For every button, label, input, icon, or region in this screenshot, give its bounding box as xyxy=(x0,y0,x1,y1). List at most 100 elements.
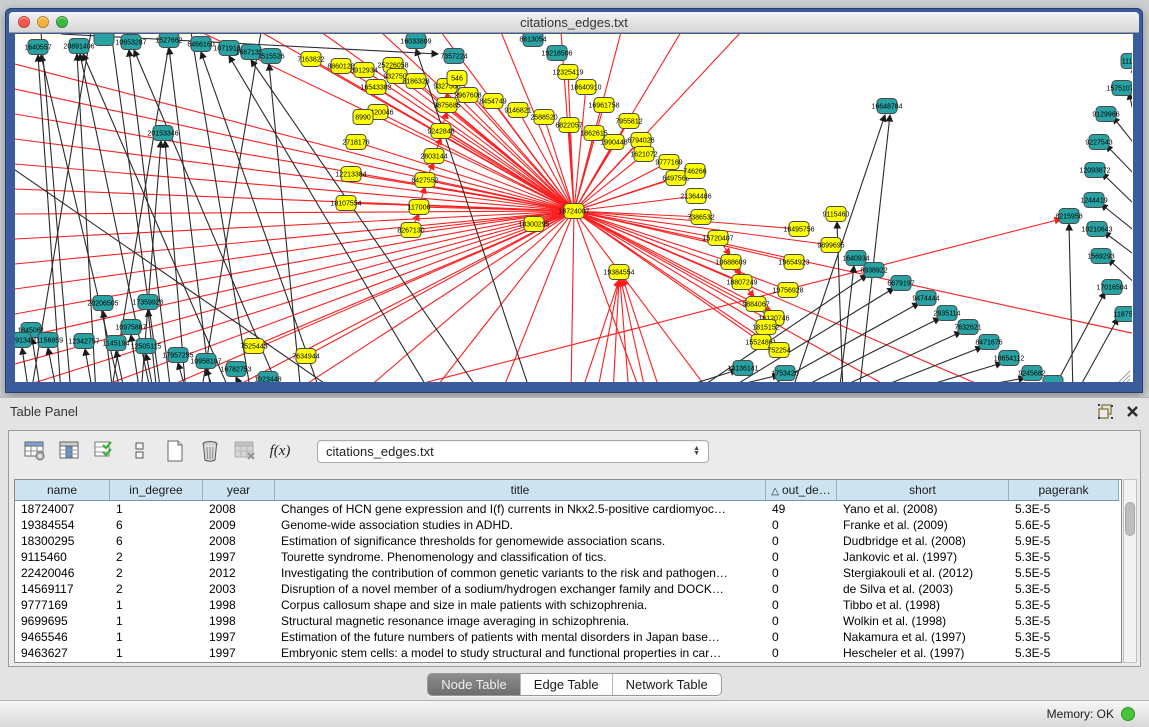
table-cell[interactable]: Hescheler et al. (1997) xyxy=(837,645,1009,661)
table-cell[interactable]: de Silva et al. (2003) xyxy=(837,581,1009,597)
table-cell[interactable]: 19384554 xyxy=(15,517,110,533)
table-cell[interactable]: Dudbridge et al. (2008) xyxy=(837,533,1009,549)
network-node[interactable]: 9242848 xyxy=(427,124,454,139)
table-cell[interactable]: 5.3E-5 xyxy=(1009,549,1119,565)
table-cell[interactable]: 14569117 xyxy=(15,581,110,597)
network-node[interactable]: 7357224 xyxy=(440,49,467,64)
network-node[interactable]: 7634944 xyxy=(292,349,319,364)
table-row[interactable]: 1830029562008Estimation of significance … xyxy=(15,533,1121,549)
table-vertical-scrollbar[interactable] xyxy=(1123,479,1137,663)
table-cell[interactable]: 2008 xyxy=(203,533,275,549)
table-cell[interactable]: 5.3E-5 xyxy=(1009,613,1119,629)
network-node[interactable]: 1569293 xyxy=(1087,249,1114,264)
table-cell[interactable]: 2 xyxy=(110,549,203,565)
network-node[interactable]: 9129966 xyxy=(1092,107,1119,122)
table-cell[interactable]: 0 xyxy=(766,597,837,613)
table-cell[interactable]: 0 xyxy=(766,629,837,645)
tab-network-table[interactable]: Network Table xyxy=(613,674,721,695)
table-cell[interactable]: 9463627 xyxy=(15,645,110,661)
network-node[interactable]: 6466160 xyxy=(187,37,214,52)
tab-node-table[interactable]: Node Table xyxy=(428,674,521,695)
rows-icon[interactable] xyxy=(128,439,152,463)
table-cell[interactable]: Nakamura et al. (1997) xyxy=(837,629,1009,645)
table-cell[interactable]: Corpus callosum shape and size in male p… xyxy=(275,597,766,613)
window-titlebar[interactable]: citations_edges.txt xyxy=(9,12,1139,33)
table-cell[interactable]: 2 xyxy=(110,581,203,597)
network-node[interactable]: 1753426 xyxy=(771,366,798,381)
network-node[interactable]: 18107554 xyxy=(330,196,361,211)
column-header[interactable]: name xyxy=(15,480,110,501)
delete-table-icon[interactable] xyxy=(233,439,257,463)
table-row[interactable]: 911546021997Tourette syndrome. Phenomeno… xyxy=(15,549,1121,565)
table-cell[interactable]: 9699695 xyxy=(15,613,110,629)
network-node[interactable]: 19384554 xyxy=(603,265,634,280)
network-node[interactable]: 2967608 xyxy=(454,88,481,103)
table-cell[interactable]: 2 xyxy=(110,565,203,581)
network-node[interactable]: 1145194 xyxy=(103,336,130,351)
network-node[interactable]: 16961758 xyxy=(588,98,619,113)
table-cell[interactable]: 9115460 xyxy=(15,549,110,565)
network-node[interactable]: 11174 xyxy=(1121,54,1132,69)
network-node[interactable]: 8813054 xyxy=(519,34,546,47)
network-node[interactable]: 18640910 xyxy=(570,80,601,95)
network-node[interactable]: 9474444 xyxy=(912,291,939,306)
show-columns-icon[interactable] xyxy=(58,439,82,463)
table-cell[interactable]: 0 xyxy=(766,645,837,661)
network-node[interactable]: 2935114 xyxy=(934,306,961,321)
table-cell[interactable]: 1 xyxy=(110,629,203,645)
table-cell[interactable]: 1997 xyxy=(203,629,275,645)
network-node[interactable]: 8912934 xyxy=(350,63,377,78)
column-header[interactable]: pagerank xyxy=(1009,480,1119,501)
table-cell[interactable]: 5.6E-5 xyxy=(1009,517,1119,533)
network-node[interactable]: 12325419 xyxy=(552,65,583,80)
network-node[interactable]: 9899695 xyxy=(817,238,844,253)
table-cell[interactable]: 1 xyxy=(110,613,203,629)
table-cell[interactable]: 49 xyxy=(766,501,837,517)
trash-icon[interactable] xyxy=(198,439,222,463)
network-node[interactable]: 12093872 xyxy=(1079,163,1110,178)
network-node[interactable]: 8267130 xyxy=(397,223,424,238)
network-node[interactable]: 9777169 xyxy=(655,155,682,170)
table-cell[interactable]: 0 xyxy=(766,565,837,581)
table-cell[interactable]: 18724007 xyxy=(15,501,110,517)
network-node[interactable]: 7515526 xyxy=(257,49,284,64)
network-node[interactable]: 7632621 xyxy=(954,320,981,335)
table-cell[interactable]: 0 xyxy=(766,581,837,597)
table-cell[interactable]: 0 xyxy=(766,517,837,533)
network-node[interactable]: 1640557 xyxy=(24,40,51,55)
network-node[interactable]: 1923448 xyxy=(254,372,281,383)
table-cell[interactable]: 1 xyxy=(110,645,203,661)
table-cell[interactable]: Wolkin et al. (1998) xyxy=(837,613,1009,629)
table-row[interactable]: 2242004622012Investigating the contribut… xyxy=(15,565,1121,581)
network-node[interactable]: 16033809 xyxy=(400,34,431,49)
network-node[interactable]: 9245682 xyxy=(1018,366,1045,381)
network-node[interactable]: 16543382 xyxy=(360,80,391,95)
table-cell[interactable]: Genome-wide association studies in ADHD. xyxy=(275,517,766,533)
network-node[interactable]: 10210643 xyxy=(1081,222,1112,237)
network-node[interactable]: 1640934 xyxy=(842,251,869,266)
table-cell[interactable]: 0 xyxy=(766,533,837,549)
scrollbar-thumb[interactable] xyxy=(1125,502,1135,536)
close-panel-icon[interactable] xyxy=(1126,405,1139,418)
network-node[interactable]: 19218506 xyxy=(541,46,572,61)
table-cell[interactable]: 2003 xyxy=(203,581,275,597)
network-node[interactable]: 16782753 xyxy=(220,362,251,377)
network-node[interactable]: 6794028 xyxy=(627,133,654,148)
network-node[interactable]: 10975887 xyxy=(115,320,146,335)
network-node[interactable]: 1527662 xyxy=(155,34,182,48)
table-cell[interactable]: Stergiakouli et al. (2012) xyxy=(837,565,1009,581)
network-node[interactable] xyxy=(94,34,114,46)
network-node[interactable]: 19756928 xyxy=(772,283,803,298)
column-header[interactable]: year xyxy=(203,480,275,501)
table-cell[interactable]: 5.3E-5 xyxy=(1009,581,1119,597)
table-cell[interactable]: Investigating the contribution of common… xyxy=(275,565,766,581)
table-cell[interactable]: 1 xyxy=(110,597,203,613)
network-node[interactable]: 7386532 xyxy=(687,210,714,225)
table-cell[interactable]: 1998 xyxy=(203,597,275,613)
table-cell[interactable]: Tibbo et al. (1998) xyxy=(837,597,1009,613)
table-cell[interactable]: 5.9E-5 xyxy=(1009,533,1119,549)
table-cell[interactable]: 9777169 xyxy=(15,597,110,613)
table-cell[interactable]: Structural magnetic resonance image aver… xyxy=(275,613,766,629)
network-node[interactable]: 2588520 xyxy=(530,110,557,125)
network-node[interactable]: 6679197 xyxy=(887,276,914,291)
